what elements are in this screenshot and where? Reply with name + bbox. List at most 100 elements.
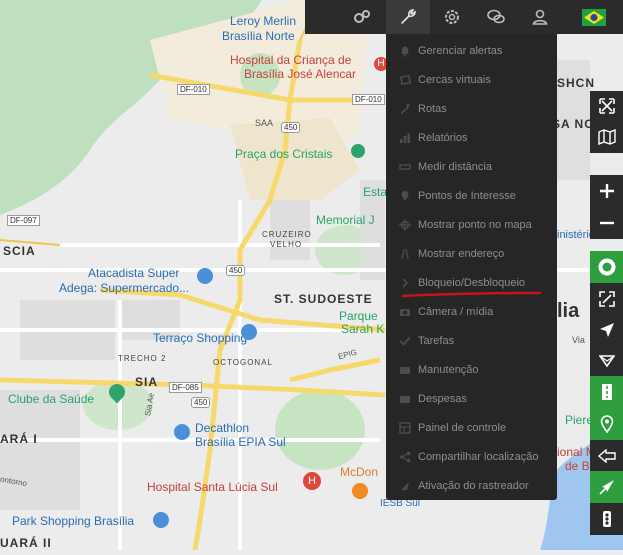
route-icon [398, 102, 412, 116]
menu-item-cercas-virtuais[interactable]: Cercas virtuais [386, 65, 557, 94]
dropdown-triangle-button[interactable] [590, 345, 623, 376]
route-shield: DF-097 [7, 215, 40, 226]
menu-item-camera-midia[interactable]: Câmera / mídia [386, 297, 557, 326]
map-label: Memorial J [316, 213, 375, 227]
map-label: Sarah K [341, 322, 385, 336]
menu-item-label: Rotas [418, 102, 447, 115]
zoom-out-icon [599, 221, 614, 225]
zoom-in-icon [599, 184, 614, 198]
menu-item-label: Bloqueio/Desbloqueio [418, 276, 526, 289]
menu-item-label: Câmera / mídia [418, 305, 494, 318]
menu-item-despesas[interactable]: Despesas [386, 384, 557, 413]
shopping-pin-icon [197, 268, 213, 284]
history-back-button[interactable] [590, 440, 623, 471]
menu-item-label: Manutenção [418, 363, 479, 376]
map-label: Brasília EPIA Sul [195, 435, 286, 449]
crosshair-icon [398, 218, 412, 232]
dropdown-triangle-icon [598, 354, 615, 367]
map-label: ARÁ I [0, 432, 38, 446]
gears-icon [354, 10, 370, 23]
menu-item-label: Cercas virtuais [418, 73, 491, 86]
highway-shield: 450 [226, 265, 246, 276]
user-icon [532, 9, 548, 25]
road-view-icon [601, 384, 612, 400]
map-label: SIA [135, 375, 159, 389]
menu-item-label: Mostrar ponto no mapa [418, 218, 532, 231]
map-label: Esta [363, 185, 388, 199]
map-label: UARÁ II [0, 536, 52, 550]
map-pin-icon [398, 189, 412, 203]
zoom-out-button[interactable] [590, 207, 623, 239]
map-label: Adega: Supermercado... [59, 281, 190, 295]
ruler-icon [398, 160, 412, 174]
menu-item-label: Tarefas [418, 334, 455, 347]
bell-icon [398, 44, 412, 58]
share-icon [398, 450, 412, 464]
highway-shield: 450 [281, 122, 301, 133]
settings-button[interactable] [430, 0, 474, 34]
traffic-light-button[interactable] [590, 503, 623, 535]
menu-item-ativacao-rastreador[interactable]: Ativação do rastreador [386, 471, 557, 500]
send-location-icon [598, 480, 614, 495]
camera-poi-icon [351, 144, 365, 158]
map-label: McDon [340, 465, 379, 479]
menu-item-label: Pontos de Interesse [418, 189, 516, 202]
user-account-button[interactable] [518, 0, 562, 34]
menu-item-mostrar-endereco[interactable]: Mostrar endereço [386, 239, 557, 268]
target-toggle-button[interactable] [590, 251, 623, 283]
map-label: CRUZEIRO [262, 230, 312, 239]
navigation-arrow-icon [599, 322, 614, 337]
menu-item-relatorios[interactable]: Relatórios [386, 123, 557, 152]
location-pin-button[interactable] [590, 408, 623, 440]
dashboard-icon [398, 421, 412, 435]
menu-item-painel-de-controle[interactable]: Painel de controle [386, 413, 557, 442]
route-shield: DF-010 [352, 94, 385, 105]
menu-item-gerenciar-alertas[interactable]: Gerenciar alertas [386, 36, 557, 65]
map-label: VELHO [270, 240, 303, 249]
fullscreen-button[interactable] [590, 91, 623, 121]
menu-item-label: Ativação do rastreador [418, 479, 529, 492]
shopping-pin-icon [153, 512, 169, 528]
route-shield: DF-085 [169, 382, 202, 393]
send-location-button[interactable] [590, 471, 623, 503]
tools-menu-button[interactable] [386, 0, 430, 34]
target-toggle-icon [598, 258, 615, 276]
zoom-in-button[interactable] [590, 175, 623, 207]
history-back-icon [597, 448, 616, 463]
map-label: ST. SUDOESTE [274, 292, 373, 306]
map-label: Atacadista Super [88, 266, 180, 280]
fit-bounds-button[interactable] [590, 283, 623, 314]
tools-dropdown-menu: Gerenciar alertas Cercas virtuais Rotas … [386, 34, 557, 500]
road-icon [398, 247, 412, 261]
chat-button[interactable] [474, 0, 518, 34]
geofence-icon [398, 73, 412, 87]
menu-item-label: Medir distância [418, 160, 492, 173]
map-label: Hospital da Criança de [230, 53, 352, 67]
map-label: Via [572, 335, 585, 345]
map-layers-button[interactable] [590, 121, 623, 153]
menu-item-rotas[interactable]: Rotas [386, 94, 557, 123]
navigation-arrow-button[interactable] [590, 314, 623, 345]
hospital-icon: H [303, 472, 321, 490]
menu-item-compartilhar-localizacao[interactable]: Compartilhar localização [386, 442, 557, 471]
menu-item-manutencao[interactable]: Manutenção [386, 355, 557, 384]
road-view-button[interactable] [590, 376, 623, 408]
maintenance-icon [398, 363, 412, 377]
settings-group-button[interactable] [340, 0, 384, 34]
route-shield: DF-010 [177, 84, 210, 95]
map-label: Piere [565, 413, 594, 427]
activation-icon [398, 479, 412, 493]
menu-item-mostrar-ponto[interactable]: Mostrar ponto no mapa [386, 210, 557, 239]
highway-shield: 450 [191, 397, 211, 408]
shopping-pin-icon [174, 424, 190, 440]
map-label: Brasília José Alencar [244, 67, 357, 81]
menu-item-tarefas[interactable]: Tarefas [386, 326, 557, 355]
menu-item-pontos-de-interesse[interactable]: Pontos de Interesse [386, 181, 557, 210]
wallet-icon [398, 392, 412, 406]
map-label: Decathlon [195, 421, 250, 435]
menu-item-medir-distancia[interactable]: Medir distância [386, 152, 557, 181]
annotation-underline [401, 291, 542, 298]
map-label: SCIA [3, 244, 36, 258]
language-button[interactable] [572, 0, 616, 34]
map-label: Clube da Saúde [8, 392, 95, 406]
